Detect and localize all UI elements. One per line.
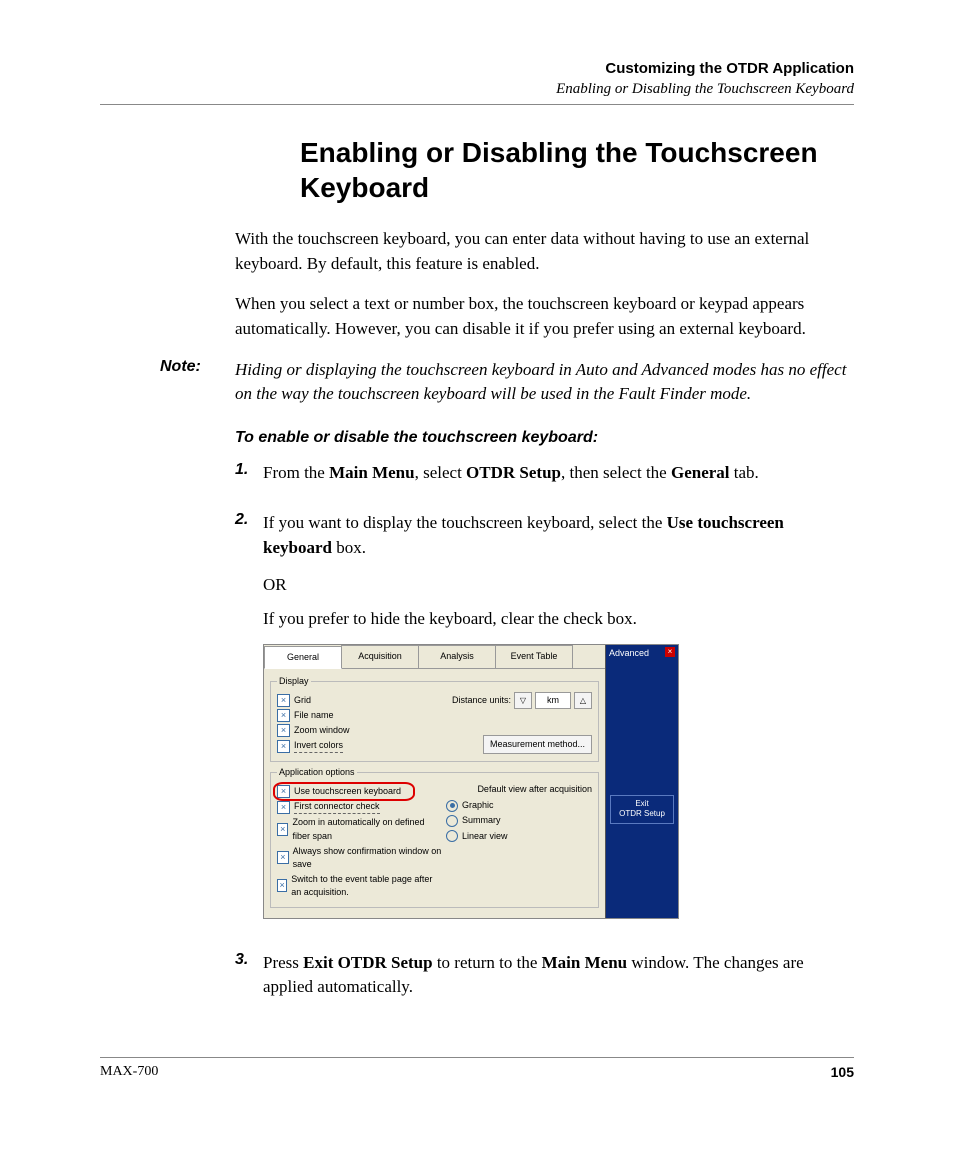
app-sidebar: Advanced × Exit OTDR Setup: [605, 645, 678, 918]
measurement-method-button[interactable]: Measurement method...: [483, 735, 592, 754]
app-screenshot: General Acquisition Analysis Event Table…: [263, 644, 679, 919]
distance-units-label: Distance units:: [452, 694, 511, 707]
checkbox-switch-event-table[interactable]: ×: [277, 879, 287, 892]
checkbox-grid[interactable]: ×: [277, 694, 290, 707]
display-group: Display × Grid × File name × Zoom window × I…: [270, 675, 599, 762]
label-always-confirm: Always show confirmation window on save: [293, 845, 442, 871]
document-page: Customizing the OTDR Application Enablin…: [0, 0, 954, 1120]
default-view-label: Default view after acquisition: [442, 783, 592, 796]
close-icon[interactable]: ×: [665, 647, 675, 657]
label-invert-colors: Invert colors: [294, 739, 343, 753]
header-rule: [100, 104, 854, 105]
intro-paragraph-1: With the touchscreen keyboard, you can e…: [235, 227, 854, 276]
label-zoom-window: Zoom window: [294, 724, 350, 737]
section-title-running: Enabling or Disabling the Touchscreen Ke…: [100, 81, 854, 98]
step-1: 1. From the Main Menu, select OTDR Setup…: [235, 461, 854, 498]
footer-page-number: 105: [831, 1064, 854, 1080]
note-text: Hiding or displaying the touchscreen key…: [235, 358, 854, 407]
steps-list: 1. From the Main Menu, select OTDR Setup…: [235, 461, 854, 1012]
step-number: 2.: [235, 511, 263, 936]
label-grid: Grid: [294, 694, 311, 707]
step-2: 2. If you want to display the touchscree…: [235, 511, 854, 936]
checkbox-zoom-window[interactable]: ×: [277, 724, 290, 737]
distance-value: km: [535, 692, 571, 709]
display-group-legend: Display: [277, 675, 311, 688]
step-3: 3. Press Exit OTDR Setup to return to th…: [235, 951, 854, 1012]
label-first-connector: First connector check: [294, 800, 380, 814]
exit-otdr-setup-button[interactable]: Exit OTDR Setup: [610, 795, 674, 824]
checkbox-always-confirm[interactable]: ×: [277, 851, 289, 864]
note-block: Note: Hiding or displaying the touchscre…: [160, 358, 854, 407]
label-filename: File name: [294, 709, 334, 722]
label-summary: Summary: [462, 814, 501, 827]
sidebar-mode-label: Advanced: [609, 647, 649, 660]
tab-general[interactable]: General: [264, 646, 342, 669]
distance-down-button[interactable]: ▽: [514, 692, 532, 709]
step-2-line1: If you want to display the touchscreen k…: [263, 511, 854, 560]
intro-paragraph-2: When you select a text or number box, th…: [235, 292, 854, 341]
label-switch-event-table: Switch to the event table page after an …: [291, 873, 442, 899]
app-options-group: Application options × Use touchscreen key…: [270, 766, 599, 907]
step-3-text: Press Exit OTDR Setup to return to the M…: [263, 951, 854, 1000]
step-1-text: From the Main Menu, select OTDR Setup, t…: [263, 461, 854, 486]
running-header: Customizing the OTDR Application Enablin…: [100, 60, 854, 98]
checkbox-filename[interactable]: ×: [277, 709, 290, 722]
tab-event-table[interactable]: Event Table: [495, 645, 573, 668]
label-linear-view: Linear view: [462, 830, 508, 843]
page-footer: MAX-700 105: [100, 1057, 854, 1080]
chapter-title: Customizing the OTDR Application: [100, 60, 854, 77]
distance-up-button[interactable]: △: [574, 692, 592, 709]
tab-acquisition[interactable]: Acquisition: [341, 645, 419, 668]
page-title: Enabling or Disabling the Touchscreen Ke…: [300, 135, 854, 205]
radio-graphic[interactable]: [446, 800, 458, 812]
step-number: 3.: [235, 951, 263, 1012]
radio-summary[interactable]: [446, 815, 458, 827]
label-zoom-auto: Zoom in automatically on defined fiber s…: [292, 816, 442, 842]
note-label: Note:: [160, 358, 220, 407]
step-number: 1.: [235, 461, 263, 498]
checkbox-first-connector[interactable]: ×: [277, 801, 290, 814]
radio-linear-view[interactable]: [446, 830, 458, 842]
step-2-line2: If you prefer to hide the keyboard, clea…: [263, 607, 854, 632]
app-options-legend: Application options: [277, 766, 357, 779]
label-use-touchscreen-keyboard: Use touchscreen keyboard: [294, 785, 401, 798]
checkbox-use-touchscreen-keyboard[interactable]: ×: [277, 785, 290, 798]
checkbox-invert-colors[interactable]: ×: [277, 740, 290, 753]
checkbox-zoom-auto[interactable]: ×: [277, 823, 288, 836]
step-2-or: OR: [263, 573, 854, 598]
task-title: To enable or disable the touchscreen key…: [235, 429, 854, 447]
tab-analysis[interactable]: Analysis: [418, 645, 496, 668]
tab-bar: General Acquisition Analysis Event Table: [264, 645, 605, 669]
footer-model: MAX-700: [100, 1064, 158, 1080]
label-graphic: Graphic: [462, 799, 494, 812]
